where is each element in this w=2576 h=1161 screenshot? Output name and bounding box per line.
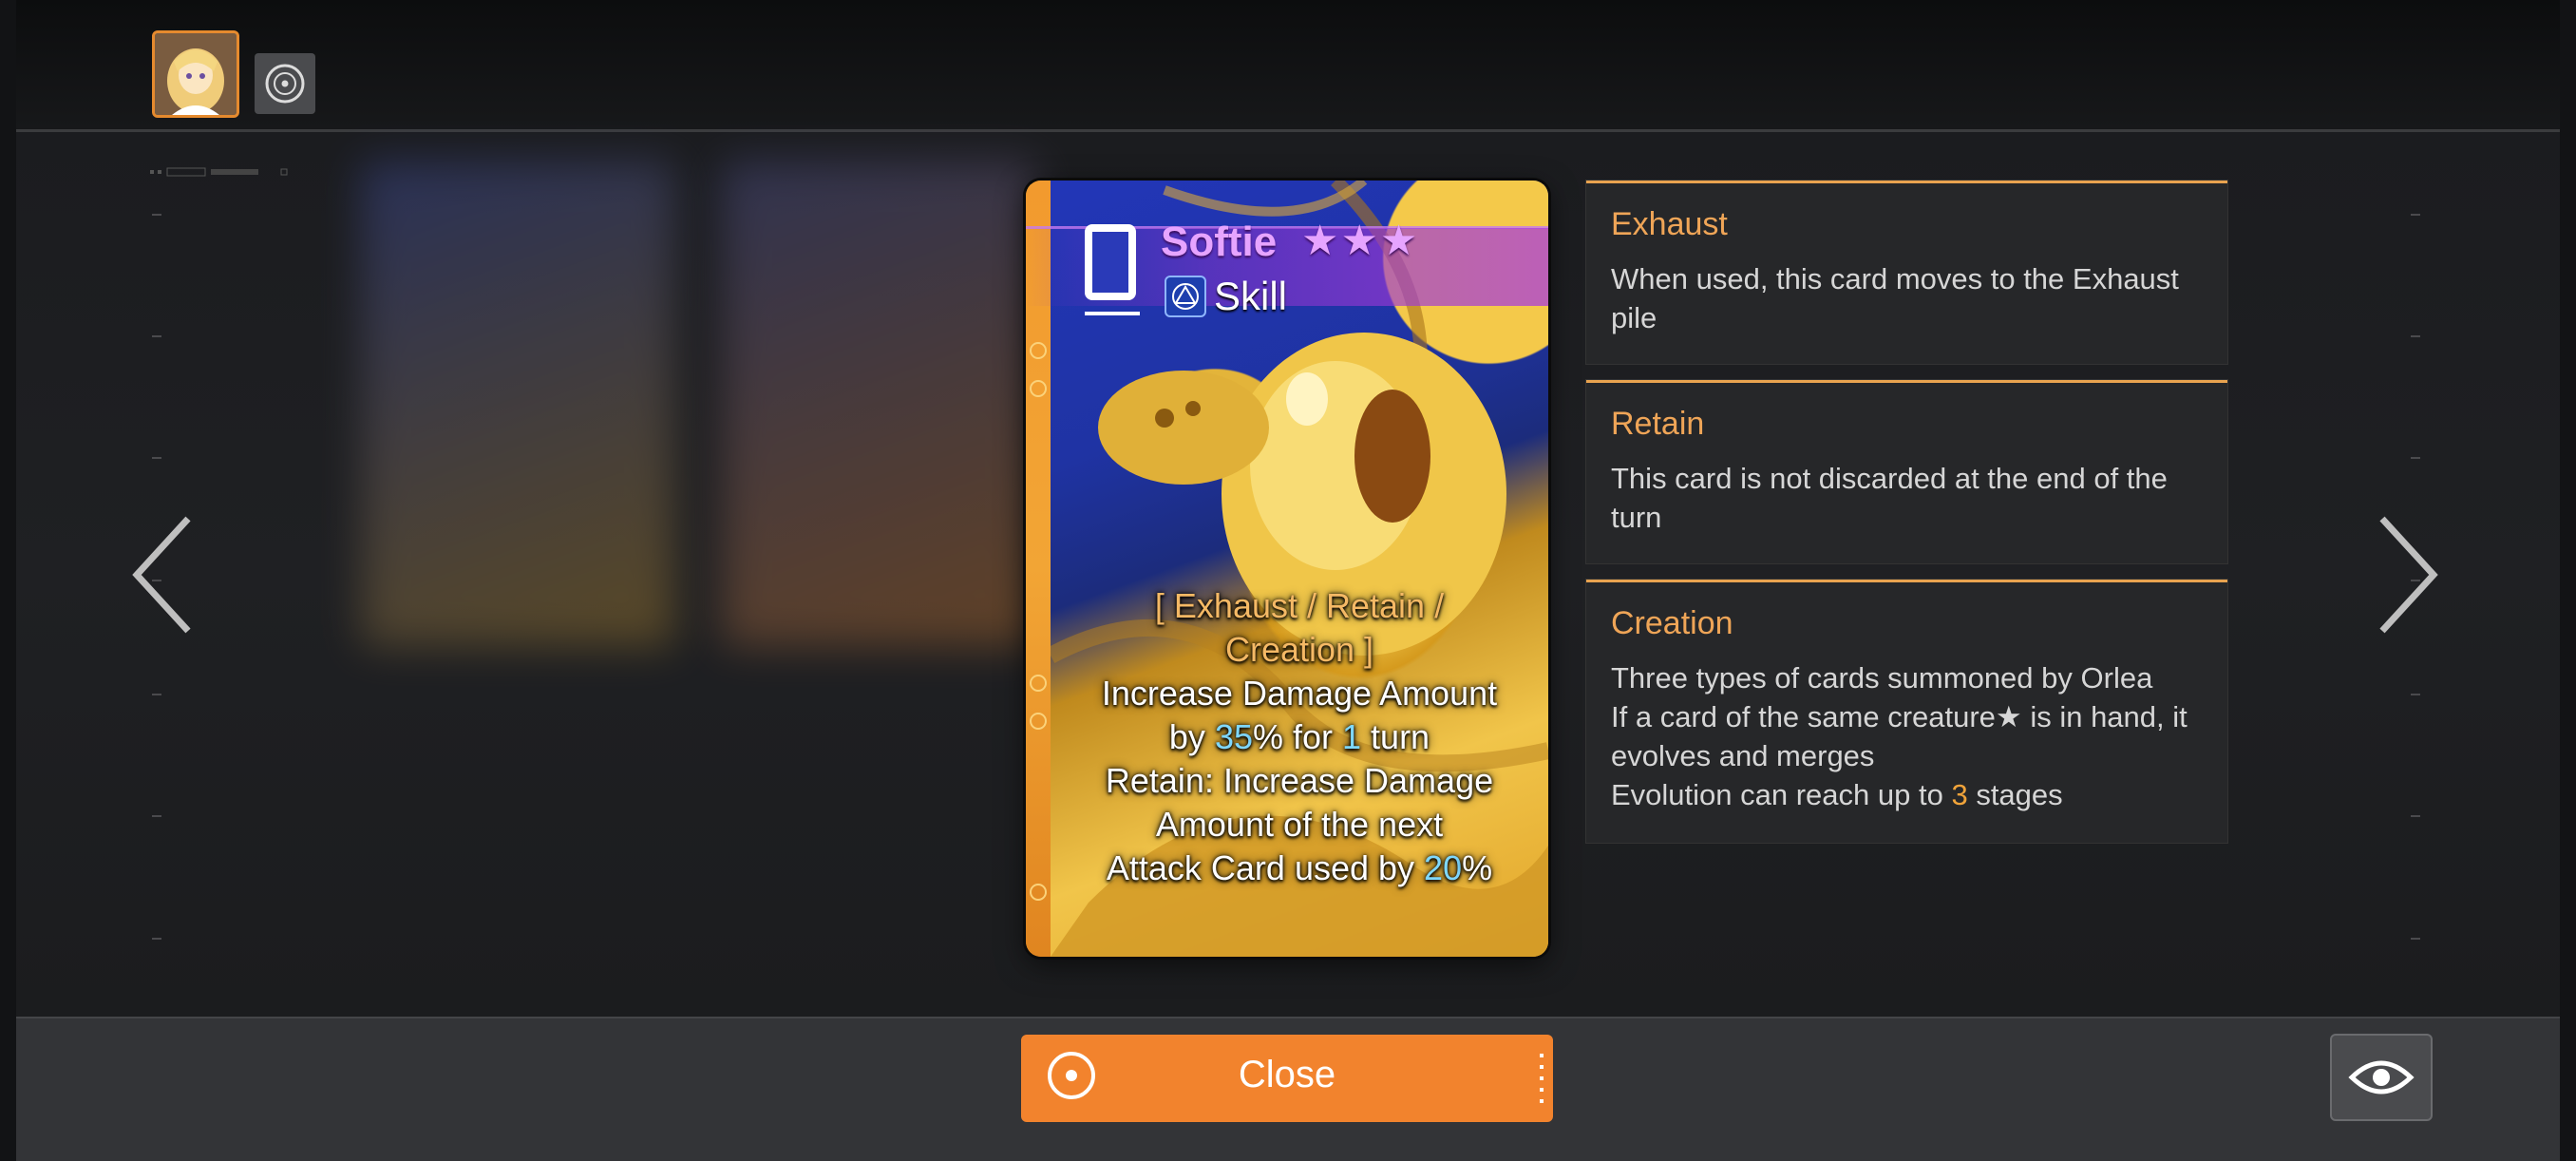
tooltip-body: This card is not discarded at the end of… (1611, 462, 2168, 534)
button-edge-dots (1540, 1054, 1544, 1103)
chevron-right-icon (2379, 516, 2438, 634)
effect-value: 20 (1424, 848, 1463, 887)
keyword-tooltip-exhaust: Exhaust When used, this card moves to th… (1586, 181, 2227, 364)
background-card (722, 162, 1035, 646)
effect-line: Increase Damage Amount (1101, 674, 1498, 713)
chevron-left-icon (132, 516, 191, 634)
effect-line: by 35% for 1 turn (1168, 717, 1430, 756)
tooltip-body: When used, this card moves to the Exhaus… (1611, 262, 2179, 334)
effect-line: Attack Card used by 20% (1106, 848, 1493, 887)
keyword-creation: Creation (1224, 630, 1355, 669)
strip-gem (1030, 380, 1047, 397)
top-bar (16, 0, 2560, 132)
keyword-separator: / (1425, 586, 1445, 625)
eye-icon (2348, 1060, 2415, 1094)
close-button-label: Close (1238, 1054, 1336, 1095)
ring-emblem-tab[interactable] (255, 53, 315, 114)
tooltip-title: Creation (1611, 605, 1733, 641)
card-name: Softie (1161, 219, 1278, 265)
tooltip-title: Exhaust (1611, 206, 1728, 242)
decorative-label (150, 167, 288, 177)
effect-line: Retain: Increase Damage (1105, 761, 1494, 800)
strip-gem (1030, 342, 1047, 359)
stage-count: 3 (1951, 778, 1968, 811)
keyword-tooltip-retain: Retain This card is not discarded at the… (1586, 380, 2227, 563)
tooltip-line: Three types of cards summoned by Orlea (1611, 661, 2153, 695)
card-detail: Softie ★★★ Skill [ Exhaust / Retain / Cr… (1026, 181, 1548, 957)
skill-type-icon (1165, 276, 1206, 317)
tooltip-line: Evolution can reach up to 3 stages (1611, 778, 2063, 811)
next-card-button[interactable] (2371, 513, 2447, 637)
keyword-bracket: ] (1354, 630, 1374, 669)
keyword-retain: Retain (1326, 586, 1426, 625)
ring-emblem-icon (265, 64, 305, 104)
card-star-rating: ★★★ (1301, 218, 1420, 264)
character-portrait-tab[interactable] (152, 30, 239, 118)
keyword-bracket: [ (1154, 586, 1174, 625)
effect-line: Amount of the next (1155, 805, 1444, 844)
tooltip-body: Three types of cards summoned by Orlea I… (1611, 658, 2209, 814)
effect-value: 1 (1342, 717, 1362, 756)
keyword-separator: / (1297, 586, 1327, 625)
card-cost-frame (1085, 224, 1136, 300)
tooltip-line: If a card of the same creature★ is in ha… (1611, 700, 2188, 772)
close-button[interactable]: Close (1021, 1035, 1553, 1122)
character-portrait-icon (155, 33, 237, 115)
card-description: [ Exhaust / Retain / Creation ] Increase… (1051, 584, 1548, 890)
tooltip-title: Retain (1611, 406, 1705, 442)
card-cost-underline (1085, 312, 1140, 315)
toggle-view-button[interactable] (2330, 1034, 2433, 1121)
keyword-tooltip-creation: Creation Three types of cards summoned b… (1586, 580, 2227, 843)
background-card (361, 162, 674, 646)
strip-gem (1030, 884, 1047, 901)
effect-value: 35 (1214, 717, 1253, 756)
strip-gem (1030, 675, 1047, 692)
keyword-exhaust: Exhaust (1173, 586, 1297, 625)
card-type: Skill (1214, 274, 1288, 318)
keyword-line: Creation ] (1051, 628, 1548, 672)
keyword-line: [ Exhaust / Retain / (1051, 584, 1548, 628)
previous-card-button[interactable] (123, 513, 199, 637)
strip-gem (1030, 713, 1047, 730)
